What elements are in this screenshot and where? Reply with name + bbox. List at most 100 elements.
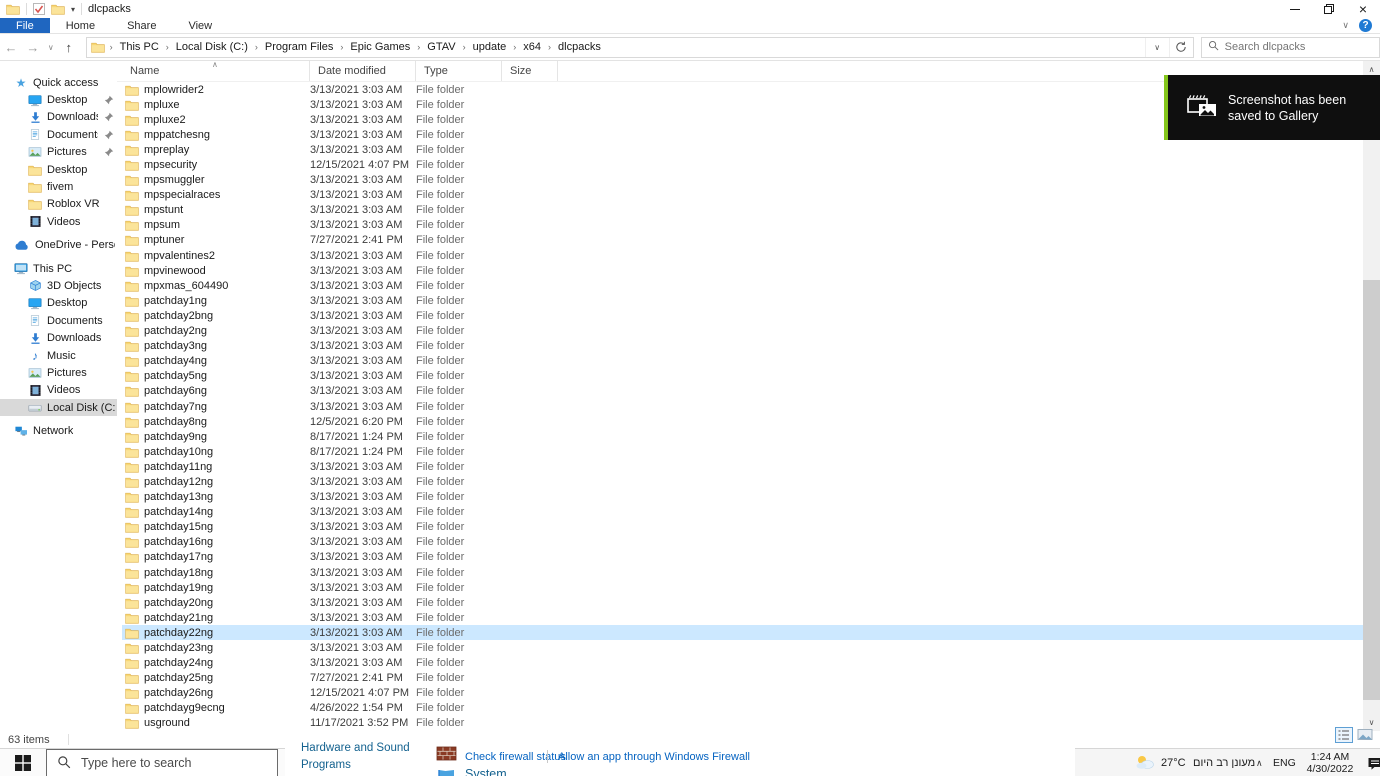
column-header-size[interactable]: Size [502, 61, 558, 81]
minimize-button[interactable] [1278, 0, 1312, 18]
file-row-patchday10ng[interactable]: patchday10ng 8/17/2021 1:24 PM File folder [122, 444, 1363, 459]
refresh-icon[interactable] [1168, 37, 1193, 57]
up-icon[interactable]: ↑ [58, 40, 80, 55]
file-row-patchday24ng[interactable]: patchday24ng 3/13/2021 3:03 AM File folder [122, 656, 1363, 671]
file-row-patchday13ng[interactable]: patchday13ng 3/13/2021 3:03 AM File folder [122, 490, 1363, 505]
breadcrumb-item[interactable]: Program Files [259, 41, 339, 53]
file-row-patchday3ng[interactable]: patchday3ng 3/13/2021 3:03 AM File folder [122, 339, 1363, 354]
tab-home[interactable]: Home [50, 18, 111, 33]
file-row-patchday2ng[interactable]: patchday2ng 3/13/2021 3:03 AM File folder [122, 324, 1363, 339]
cp-category-programs[interactable]: Programs [301, 759, 351, 771]
file-row-patchday8ng[interactable]: patchday8ng 12/5/2021 6:20 PM File folder [122, 414, 1363, 429]
cp-category-hardware-sound[interactable]: Hardware and Sound [301, 742, 410, 754]
forward-icon[interactable]: → [22, 40, 44, 55]
language-indicator[interactable]: ENG [1273, 749, 1296, 776]
breadcrumb-item[interactable]: Local Disk (C:) [170, 41, 254, 53]
tab-view[interactable]: View [172, 18, 228, 33]
thumbnail-view-button[interactable] [1357, 727, 1374, 743]
sidebar-item-videos[interactable]: Videos [0, 382, 117, 399]
start-button[interactable] [0, 749, 46, 776]
search-input[interactable] [1224, 41, 1373, 53]
scrollbar-thumb[interactable] [1363, 280, 1380, 700]
action-center-icon[interactable] [1367, 749, 1380, 776]
details-view-button[interactable] [1335, 727, 1353, 743]
tray-expand-icon[interactable]: ∧ [1256, 749, 1263, 776]
sidebar-item-this-pc[interactable]: This PC [0, 260, 117, 277]
sidebar-item-documents[interactable]: Documents [0, 126, 117, 143]
file-row-usground[interactable]: usground 11/17/2021 3:52 PM File folder [122, 716, 1363, 731]
file-row-mpxmas_604490[interactable]: mpxmas_604490 3/13/2021 3:03 AM File folde… [122, 278, 1363, 293]
address-bar[interactable]: › This PC › Local Disk (C:) › Program Files ›… [85, 36, 1194, 58]
help-icon[interactable]: ? [1359, 19, 1372, 32]
close-button[interactable]: × [1346, 0, 1380, 18]
breadcrumb-item[interactable]: GTAV [421, 41, 461, 53]
file-row-patchday12ng[interactable]: patchday12ng 3/13/2021 3:03 AM File folder [122, 474, 1363, 489]
breadcrumb-item[interactable]: Epic Games [344, 41, 416, 53]
taskbar-search-input[interactable] [81, 756, 267, 770]
sidebar-item-videos[interactable]: Videos [0, 213, 117, 230]
file-row-mpspecialraces[interactable]: mpspecialraces 3/13/2021 3:03 AM File fold… [122, 188, 1363, 203]
file-row-patchday22ng[interactable]: patchday22ng 3/13/2021 3:03 AM File folder [122, 625, 1363, 641]
file-row-mptuner[interactable]: mptuner 7/27/2021 2:41 PM File folder [122, 233, 1363, 248]
sidebar-item-onedrive-personal[interactable]: OneDrive - Personal [0, 237, 117, 254]
cp-category-system[interactable]: System [465, 767, 507, 776]
file-row-patchday17ng[interactable]: patchday17ng 3/13/2021 3:03 AM File folder [122, 550, 1363, 565]
sidebar-item-documents[interactable]: Documents [0, 312, 117, 329]
file-row-patchdayg9ecng[interactable]: patchdayg9ecng 4/26/2022 1:54 PM File fold… [122, 701, 1363, 716]
column-header-date-modified[interactable]: Date modified [310, 61, 416, 81]
sidebar-item-network[interactable]: Network [0, 422, 117, 439]
sidebar-item-downloads[interactable]: Downloads [0, 109, 117, 126]
file-row-mpstunt[interactable]: mpstunt 3/13/2021 3:03 AM File folder [122, 203, 1363, 218]
file-row-patchday15ng[interactable]: patchday15ng 3/13/2021 3:03 AM File folder [122, 520, 1363, 535]
file-row-patchday18ng[interactable]: patchday18ng 3/13/2021 3:03 AM File folder [122, 565, 1363, 580]
file-row-patchday26ng[interactable]: patchday26ng 12/15/2021 4:07 PM File folde… [122, 686, 1363, 701]
file-row-patchday23ng[interactable]: patchday23ng 3/13/2021 3:03 AM File folder [122, 640, 1363, 655]
file-row-mpsum[interactable]: mpsum 3/13/2021 3:03 AM File folder [122, 218, 1363, 233]
file-row-patchday19ng[interactable]: patchday19ng 3/13/2021 3:03 AM File folder [122, 580, 1363, 595]
properties-check-icon[interactable] [33, 3, 45, 15]
file-row-patchday20ng[interactable]: patchday20ng 3/13/2021 3:03 AM File folder [122, 595, 1363, 610]
column-header-name[interactable]: Name ∧ [122, 60, 310, 81]
sidebar-item-desktop[interactable]: Desktop [0, 91, 117, 108]
weather-description[interactable]: מעונן רב היום [1193, 749, 1255, 776]
file-row-patchday16ng[interactable]: patchday16ng 3/13/2021 3:03 AM File folder [122, 535, 1363, 550]
file-row-mpvinewood[interactable]: mpvinewood 3/13/2021 3:03 AM File folder [122, 263, 1363, 278]
column-header-type[interactable]: Type [416, 61, 502, 81]
breadcrumb-item[interactable]: update [467, 41, 513, 53]
file-row-patchday14ng[interactable]: patchday14ng 3/13/2021 3:03 AM File folder [122, 505, 1363, 520]
cp-link-check-firewall[interactable]: Check firewall status [465, 751, 566, 763]
sidebar-item-music[interactable]: ♪ Music [0, 347, 117, 364]
breadcrumb-item[interactable]: This PC [114, 41, 165, 53]
file-row-patchday11ng[interactable]: patchday11ng 3/13/2021 3:03 AM File folder [122, 459, 1363, 474]
ribbon-collapse-icon[interactable]: ∨ [1342, 20, 1349, 31]
sidebar-item-desktop[interactable]: Desktop [0, 161, 117, 178]
file-row-mpvalentines2[interactable]: mpvalentines2 3/13/2021 3:03 AM File folde… [122, 248, 1363, 263]
file-row-patchday5ng[interactable]: patchday5ng 3/13/2021 3:03 AM File folder [122, 369, 1363, 384]
qat-dropdown-icon[interactable]: ▾ [71, 5, 75, 14]
back-icon[interactable]: ← [0, 40, 22, 55]
sidebar-item-pictures[interactable]: Pictures [0, 364, 117, 381]
file-row-mpsmuggler[interactable]: mpsmuggler 3/13/2021 3:03 AM File folder [122, 173, 1363, 188]
clock[interactable]: 1:24 AM 4/30/2022 [1299, 749, 1361, 776]
screenshot-toast-notification[interactable]: Screenshot has been saved to Gallery [1164, 75, 1380, 140]
weather-widget[interactable]: 27°C [1134, 749, 1186, 776]
file-row-patchday4ng[interactable]: patchday4ng 3/13/2021 3:03 AM File folder [122, 354, 1363, 369]
file-row-mpsecurity[interactable]: mpsecurity 12/15/2021 4:07 PM File folder [122, 157, 1363, 172]
sidebar-item-roblox-vr[interactable]: Roblox VR [0, 196, 117, 213]
recent-locations-icon[interactable]: ∨ [44, 43, 58, 52]
new-folder-icon[interactable] [51, 3, 65, 15]
tab-share[interactable]: Share [111, 18, 172, 33]
vertical-scrollbar[interactable]: ∧ ∨ [1363, 61, 1380, 731]
breadcrumb-item[interactable]: dlcpacks [552, 41, 607, 53]
file-row-patchday1ng[interactable]: patchday1ng 3/13/2021 3:03 AM File folder [122, 293, 1363, 308]
tab-file[interactable]: File [0, 18, 50, 33]
breadcrumb-item[interactable]: x64 [517, 41, 547, 53]
sidebar-item-desktop[interactable]: Desktop [0, 295, 117, 312]
file-row-patchday21ng[interactable]: patchday21ng 3/13/2021 3:03 AM File folder [122, 610, 1363, 625]
sidebar-item-3d-objects[interactable]: 3D Objects [0, 277, 117, 294]
file-row-patchday7ng[interactable]: patchday7ng 3/13/2021 3:03 AM File folder [122, 399, 1363, 414]
cp-link-allow-app[interactable]: Allow an app through Windows Firewall [558, 751, 750, 763]
sidebar-item-fivem[interactable]: fivem [0, 178, 117, 195]
sidebar-item-quick-access[interactable]: ★ Quick access [0, 74, 117, 91]
address-dropdown-icon[interactable]: ∨ [1144, 37, 1169, 57]
